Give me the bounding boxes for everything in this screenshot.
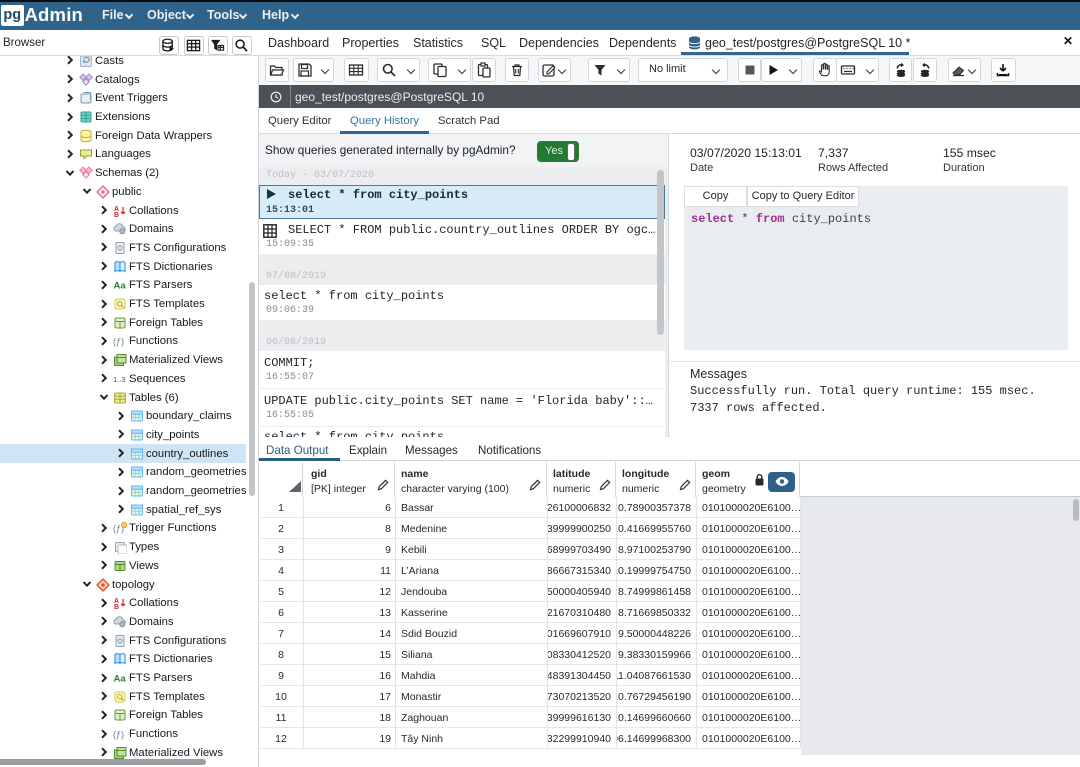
svg-text:1..3: 1..3 xyxy=(113,375,126,384)
svg-text:B: B xyxy=(114,604,119,610)
svg-text:B: B xyxy=(114,212,119,218)
svg-text:Aa: Aa xyxy=(114,281,127,292)
svg-text:Aa: Aa xyxy=(114,674,127,685)
svg-text:(ƒ): (ƒ) xyxy=(113,337,124,347)
svg-text:(ƒ): (ƒ) xyxy=(113,730,124,740)
